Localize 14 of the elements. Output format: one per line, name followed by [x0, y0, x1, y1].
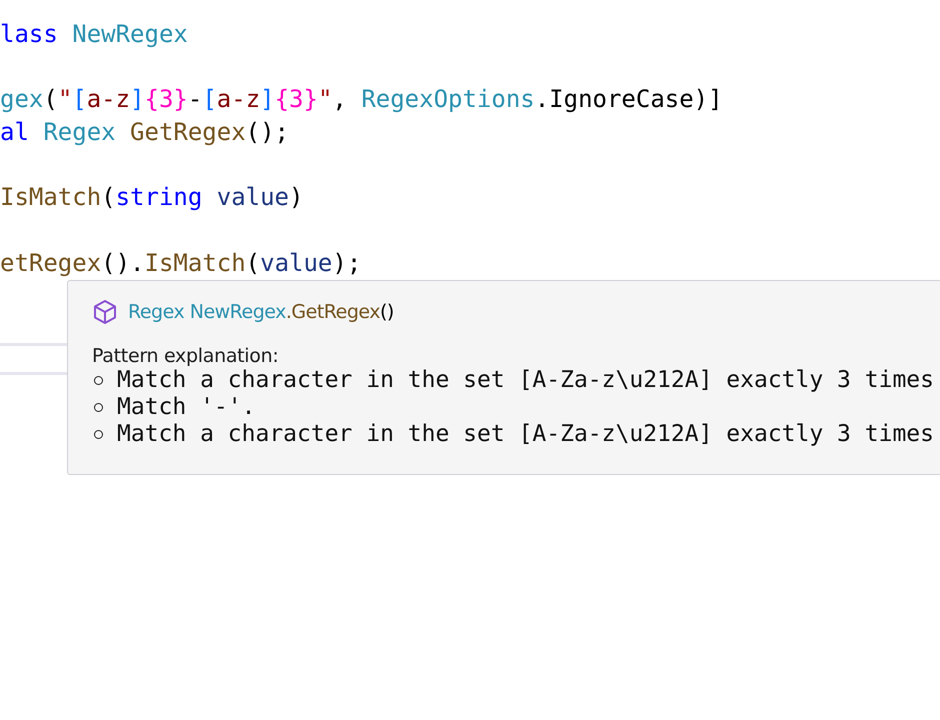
code-line: etRegex().IsMatch(value);	[0, 248, 362, 279]
bullet-icon	[94, 402, 103, 412]
explanation-item: Match '-'.	[117, 394, 256, 420]
explanation-item: Match a character in the set [A-Za-z\u212A] exactly 3 times	[117, 367, 934, 393]
bullet-icon	[94, 430, 103, 438]
code-line: gex("[a-z]{3}-[a-z]{3}", RegexOptions.IgnoreCase)]	[0, 84, 724, 116]
explanation-item: Match a character in the set [A-Za-z\u212A] exactly 3 times	[117, 421, 934, 447]
code-line: al Regex GetRegex();	[0, 117, 290, 148]
bullet-icon	[94, 376, 103, 384]
code-line: lass NewRegex	[0, 19, 189, 50]
explanation-heading: Pattern explanation:	[92, 344, 280, 366]
code-line: IsMatch(string value)	[0, 182, 304, 214]
cube-icon	[92, 298, 118, 324]
method-signature: Regex NewRegex.GetRegex()	[128, 300, 394, 322]
